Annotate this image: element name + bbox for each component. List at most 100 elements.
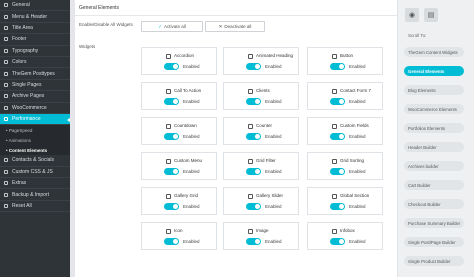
widget-icon [247,88,253,94]
sidebar-item-single-pages[interactable]: Single Pages [0,80,70,92]
widget-card: Global Section Enabled [307,187,383,215]
widget-toggle[interactable] [246,63,261,70]
sidebar-item-posttypes[interactable]: TheGem Posttypes [0,68,70,80]
scroll-to-item[interactable]: General Elements [404,66,464,76]
code-icon [0,169,12,174]
section-title: General Elements [79,4,120,11]
widget-icon [165,53,171,59]
widget-status: Enabled [183,169,200,174]
widget-toggle[interactable] [330,133,345,140]
widget-toggle[interactable] [330,168,345,175]
posttypes-icon [0,71,12,76]
sidebar-item-reset-all[interactable]: Reset All [0,201,70,213]
contacts-icon [0,158,12,163]
widget-card: Counter Enabled [223,117,299,145]
widget-toggle[interactable] [246,133,261,140]
activate-all-button[interactable]: ✓ Activate all [141,21,203,32]
widget-toggle[interactable] [164,133,179,140]
widget-toggle[interactable] [246,98,261,105]
sidebar-item-colors[interactable]: Colors [0,57,70,69]
widget-card: Image Enabled [223,222,299,250]
widget-card: Infobox Enabled [307,222,383,250]
sidebar-item-archive-pages[interactable]: Archive Pages [0,91,70,103]
sidebar-item-menu-header[interactable]: Menu & Header [0,11,70,23]
widget-name: Clients [256,88,270,93]
widget-status: Enabled [265,134,282,139]
widget-status: Enabled [183,239,200,244]
widget-name: Custom Menu [174,158,203,163]
save-icon[interactable]: ▤ [424,8,438,22]
widget-icon [165,193,171,199]
sidebar-item-general[interactable]: General [0,0,70,12]
widget-toggle[interactable] [330,63,345,70]
widget-status: Enabled [183,134,200,139]
widget-status: Enabled [349,204,366,209]
widget-icon [331,88,337,94]
widget-card: Custom Menu Enabled [141,152,217,180]
widget-icon [247,158,253,164]
sidebar-item-extras[interactable]: Extras [0,178,70,190]
widget-toggle[interactable] [330,203,345,210]
scroll-to-item[interactable]: Blog Elements [404,85,464,95]
widget-name: Button [340,53,354,58]
sidebar-subitem-pagespeed[interactable]: • PageSpeed [0,125,70,136]
widget-status: Enabled [183,64,200,69]
widget-name: Global Section [340,193,370,198]
widget-name: Infobox [340,228,355,233]
widget-card: Grid Filter Enabled [223,152,299,180]
scroll-to-item[interactable]: Archives builder [404,161,464,171]
widget-icon [331,53,337,59]
scroll-to-item[interactable]: Cart Builder [404,180,464,190]
sidebar-item-performance[interactable]: Performance [0,113,70,126]
scroll-to-item[interactable]: WooCommerce Elements [404,104,464,114]
widget-status: Enabled [265,239,282,244]
widget-status: Enabled [349,134,366,139]
scroll-to-item[interactable]: Purchase Summary Builder [404,218,464,228]
sidebar-item-woocommerce[interactable]: WooCommerce [0,103,70,114]
sidebar-item-backup-import[interactable]: Backup & Import [0,189,70,201]
sidebar-subitem-content-elements[interactable]: • Content Elements [0,145,70,156]
sidebar-item-contacts-socials[interactable]: Contacts & Socials [0,155,70,167]
widget-status: Enabled [349,99,366,104]
widget-toggle[interactable] [246,238,261,245]
menu-icon [0,14,12,19]
panel-toolbar: ◉ ▤ [405,8,438,22]
sidebar-item-title-area[interactable]: Title Area [0,23,70,35]
widget-name: Grid Filter [256,158,276,163]
widget-status: Enabled [349,169,366,174]
widget-card: Custom Fields Enabled [307,117,383,145]
widget-name: Custom Fields [340,123,369,128]
widget-toggle[interactable] [246,203,261,210]
widget-icon [247,123,253,129]
scroll-to-item[interactable]: Portfolios Elements [404,123,464,133]
widget-toggle[interactable] [164,238,179,245]
typography-icon [0,48,12,53]
widget-card: Button Enabled [307,47,383,75]
widget-status: Enabled [183,204,200,209]
scroll-to-item[interactable]: TheGem Content Widgets [404,47,464,57]
widget-toggle[interactable] [246,168,261,175]
widget-icon [165,158,171,164]
widget-card: Call To Action Enabled [141,82,217,110]
sidebar-item-typography[interactable]: Typography [0,46,70,57]
sidebar-subitem-animations[interactable]: • Animations [0,135,70,146]
widget-status: Enabled [183,99,200,104]
widget-card: Gallery Grid Enabled [141,187,217,215]
sidebar-item-footer[interactable]: Footer [0,34,70,46]
widget-toggle[interactable] [164,203,179,210]
widget-toggle[interactable] [164,63,179,70]
widget-toggle[interactable] [164,168,179,175]
scroll-to-item[interactable]: Single Product Builder [404,256,464,266]
backup-icon [0,192,12,197]
scroll-to-item[interactable]: Checkout Builder [404,199,464,209]
preview-eye-icon[interactable]: ◉ [405,8,419,22]
sidebar-item-custom-css-js[interactable]: Custom CSS & JS [0,167,70,179]
widget-name: Image [256,228,269,233]
widget-toggle[interactable] [330,98,345,105]
widget-toggle[interactable] [164,98,179,105]
scroll-to-item[interactable]: Header Builder [404,142,464,152]
widget-icon [165,88,171,94]
deactivate-all-button[interactable]: ✕ Deactivate all [205,21,265,32]
scroll-to-item[interactable]: Single Post/Page Builder [404,237,464,247]
widget-toggle[interactable] [330,238,345,245]
